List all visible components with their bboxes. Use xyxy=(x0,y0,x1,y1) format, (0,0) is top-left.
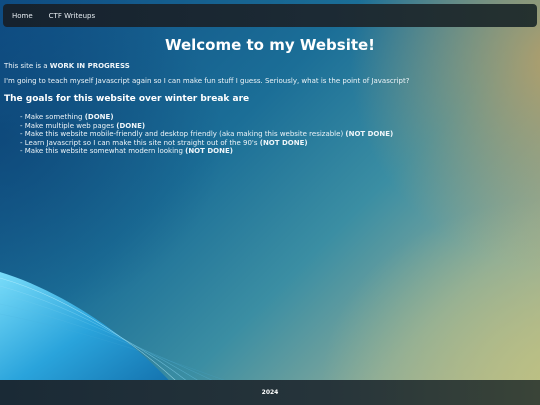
goal-text: - Make this website mobile-friendly and … xyxy=(20,130,344,139)
footer-year: 2024 xyxy=(261,389,279,396)
intro-paragraph: I'm going to teach myself Javascript aga… xyxy=(4,77,410,85)
goal-text: - Make this website somewhat modern look… xyxy=(20,147,183,156)
intro-status: WORK IN PROGRESS xyxy=(49,62,130,70)
goals-list: - Make something (DONE) - Make multiple … xyxy=(20,113,393,156)
intro-prefix: This site is a xyxy=(4,62,48,70)
nav-link-home[interactable]: Home xyxy=(12,12,33,20)
goal-status: (NOT DONE) xyxy=(345,130,394,139)
goal-status: (DONE) xyxy=(116,121,146,130)
list-item: - Make something (DONE) xyxy=(20,113,393,122)
goal-status: (NOT DONE) xyxy=(259,138,308,147)
goal-status: (NOT DONE) xyxy=(185,147,233,156)
goal-text: - Make multiple web pages xyxy=(20,121,115,130)
goals-heading: The goals for this website over winter b… xyxy=(4,94,250,104)
goal-status: (DONE) xyxy=(84,113,114,121)
intro-text: This site is a WORK IN PROGRESS xyxy=(4,62,130,70)
page-title: Welcome to my Website! xyxy=(164,36,376,54)
goal-text: - Make something xyxy=(20,113,83,121)
footer: 2024 xyxy=(0,380,540,405)
navbar: Home CTF Writeups xyxy=(3,4,537,27)
list-item: - Make this website somewhat modern look… xyxy=(20,147,393,156)
list-item: - Make this website mobile-friendly and … xyxy=(20,130,393,139)
goal-text: - Learn Javascript so I can make this si… xyxy=(20,138,258,147)
nav-link-ctf-writeups[interactable]: CTF Writeups xyxy=(49,12,95,20)
list-item: - Learn Javascript so I can make this si… xyxy=(20,139,393,148)
list-item: - Make multiple web pages (DONE) xyxy=(20,122,393,131)
